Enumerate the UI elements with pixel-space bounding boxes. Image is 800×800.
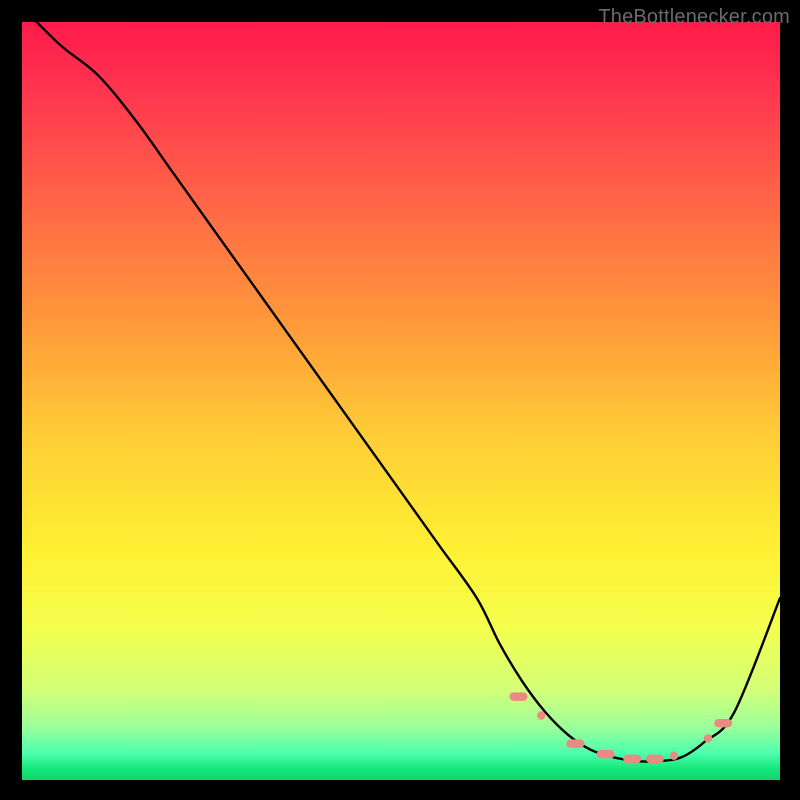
- curve-marker: [646, 755, 664, 763]
- curve-marker: [566, 739, 584, 747]
- curve-marker: [597, 750, 615, 758]
- gradient-background: [22, 22, 780, 780]
- plot-area: [22, 22, 780, 780]
- chart-stage: TheBottlenecker.com: [0, 0, 800, 800]
- curve-marker: [537, 711, 545, 719]
- curve-marker: [509, 692, 527, 700]
- chart-svg: [22, 22, 780, 780]
- curve-marker: [714, 719, 732, 727]
- curve-marker: [670, 752, 678, 760]
- curve-marker: [623, 755, 641, 763]
- watermark-text: TheBottlenecker.com: [598, 6, 790, 29]
- curve-marker: [704, 734, 712, 742]
